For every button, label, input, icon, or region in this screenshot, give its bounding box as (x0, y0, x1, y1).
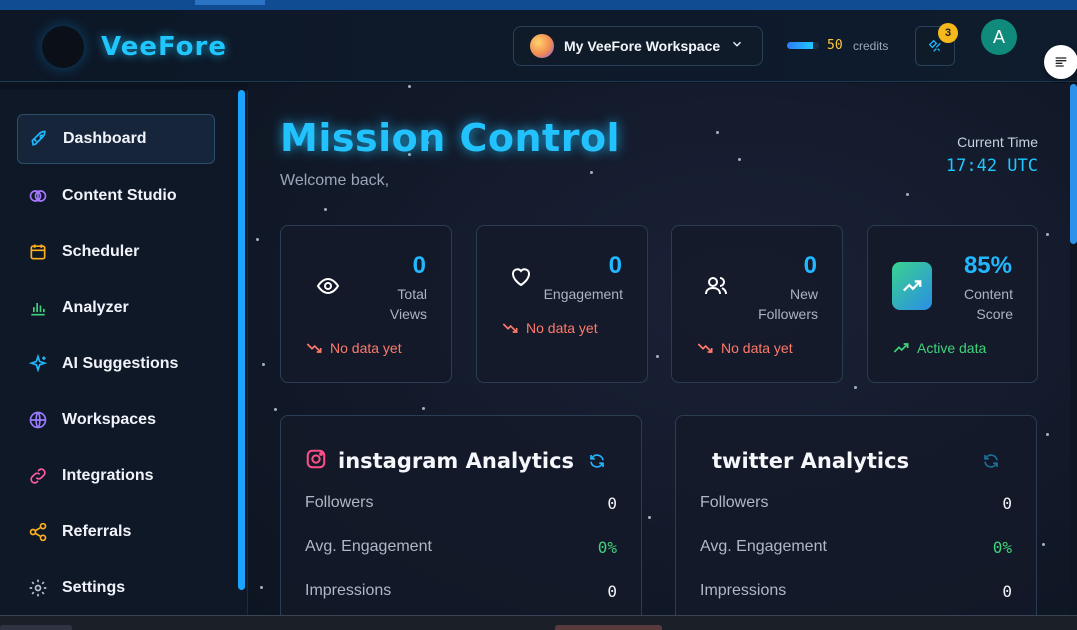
chevron-down-icon (732, 41, 742, 47)
taskbar-item[interactable] (555, 625, 662, 630)
sidebar-item-label: Analyzer (62, 299, 129, 316)
stat-card-engagement[interactable]: 0 Engagement No data yet (476, 225, 648, 383)
trending-down-icon (306, 343, 322, 353)
bar-chart-icon (27, 297, 49, 319)
metric-row: Impressions 0 (700, 581, 1012, 601)
stat-card-new-followers[interactable]: 0 New Followers No data yet (671, 225, 843, 383)
sidebar-item-label: Workspaces (62, 411, 156, 428)
workspace-switcher[interactable]: My VeeFore Workspace (513, 26, 763, 66)
credits-progress-bar (787, 42, 819, 49)
sidebar-scrollbar[interactable] (238, 90, 245, 590)
panel-title: twitter Analytics (712, 449, 910, 473)
users-icon (702, 272, 730, 300)
stat-value: 0 (803, 252, 817, 279)
app-header: VeeFore My VeeFore Workspace 50 credits … (0, 10, 1077, 82)
sidebar-item-dashboard[interactable]: Dashboard (17, 114, 215, 164)
stat-trend: No data yet (697, 340, 793, 356)
link-icon (27, 465, 49, 487)
stat-value: 85% (963, 252, 1012, 279)
heart-icon (507, 262, 535, 290)
sidebar-item-analyzer[interactable]: Analyzer (17, 283, 215, 333)
gear-icon (27, 577, 49, 599)
sidebar-item-label: Dashboard (63, 130, 147, 147)
sidebar-item-label: Settings (62, 579, 126, 596)
panel-title: instagram Analytics (338, 449, 575, 473)
user-avatar[interactable]: A (981, 19, 1017, 55)
logo-icon (42, 26, 84, 68)
workspace-name: My VeeFore Workspace (564, 38, 721, 54)
app-logo-text[interactable]: VeeFore (101, 32, 227, 62)
trending-down-icon (697, 343, 713, 353)
browser-tab-indicator (195, 0, 265, 5)
notification-count-badge: 3 (938, 23, 958, 43)
sidebar-item-referrals[interactable]: Referrals (17, 507, 215, 557)
browser-top-strip (0, 0, 1077, 10)
instagram-icon (306, 449, 326, 469)
welcome-text: Welcome back, (280, 172, 390, 189)
metric-row: Impressions 0 (305, 581, 617, 601)
metric-row: Avg. Engagement 0% (305, 537, 617, 557)
metric-row: Avg. Engagement 0% (700, 537, 1012, 557)
sidebar-item-label: Content Studio (62, 187, 177, 204)
sidebar-item-integrations[interactable]: Integrations (17, 451, 215, 501)
globe-icon (27, 409, 49, 431)
trending-up-icon (892, 262, 932, 310)
sidebar-item-label: AI Suggestions (62, 355, 179, 372)
page-title: Mission Control (280, 116, 621, 160)
share-icon (27, 521, 49, 543)
metric-row: Followers 0 (700, 493, 1012, 513)
sidebar-item-scheduler[interactable]: Scheduler (17, 227, 215, 277)
brain-icon (27, 185, 49, 207)
workspace-avatar (530, 34, 554, 58)
stat-label: New Followers (758, 286, 818, 322)
sidebar-item-settings[interactable]: Settings (17, 563, 215, 613)
rocket-icon (28, 128, 50, 150)
sidebar-item-ai-suggestions[interactable]: AI Suggestions (17, 339, 215, 389)
credits-label: credits (853, 39, 889, 53)
credits-value: 50 (827, 38, 843, 53)
sidebar-item-workspaces[interactable]: Workspaces (17, 395, 215, 445)
stat-card-total-views[interactable]: 0 Total Views No data yet (280, 225, 452, 383)
sidebar-item-content-studio[interactable]: Content Studio (17, 171, 215, 221)
refresh-icon[interactable] (982, 452, 1000, 470)
stat-card-content-score[interactable]: 85% Content Score Active data (867, 225, 1038, 383)
instagram-analytics-panel: instagram Analytics Followers 0 Avg. Enga… (280, 415, 642, 630)
stat-label: Total Views (389, 286, 427, 322)
stat-trend: Active data (893, 340, 986, 356)
reader-mode-button[interactable] (1044, 45, 1077, 79)
trending-up-icon (893, 343, 909, 353)
stat-label: Engagement (543, 286, 623, 302)
taskbar (0, 615, 1077, 630)
current-time-label: Current Time (957, 134, 1038, 150)
current-time-value: 17:42 UTC (945, 156, 1038, 176)
taskbar-item[interactable] (0, 625, 72, 630)
main-scrollbar[interactable] (1070, 84, 1077, 614)
stat-value: 0 (608, 252, 622, 279)
text-lines-icon (1055, 57, 1067, 67)
metric-row: Followers 0 (305, 493, 617, 513)
stat-label: Content Score (963, 286, 1013, 322)
stat-value: 0 (412, 252, 426, 279)
sidebar-item-label: Integrations (62, 467, 154, 484)
trending-down-icon (502, 323, 518, 333)
sidebar: Dashboard Content Studio Scheduler Analy… (0, 90, 248, 615)
stat-trend: No data yet (502, 320, 598, 336)
twitter-analytics-panel: twitter Analytics Followers 0 Avg. Engage… (675, 415, 1037, 630)
sidebar-item-label: Referrals (62, 523, 132, 540)
sidebar-item-label: Scheduler (62, 243, 140, 260)
stat-trend: No data yet (306, 340, 402, 356)
refresh-icon[interactable] (588, 452, 606, 470)
eye-icon (314, 272, 342, 300)
sparkles-icon (27, 353, 49, 375)
calendar-icon (27, 241, 49, 263)
